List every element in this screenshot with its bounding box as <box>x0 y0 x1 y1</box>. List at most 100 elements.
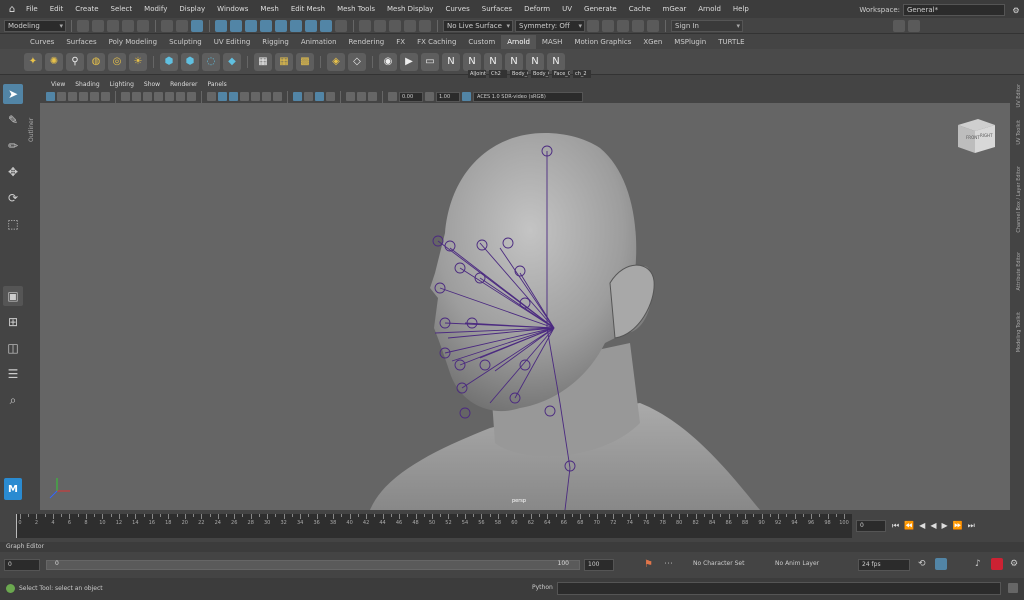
play-forward-icon[interactable]: ▶ <box>941 521 947 531</box>
wireframe-icon[interactable] <box>207 92 216 101</box>
cluster-icon[interactable]: ◌ <box>202 52 220 71</box>
safe-action-icon[interactable] <box>176 92 185 101</box>
undo-icon[interactable] <box>122 19 134 32</box>
move-tool-icon[interactable]: ✥ <box>3 162 23 182</box>
shelf-tab-rigging[interactable]: Rigging <box>256 35 295 49</box>
fps-dropdown[interactable]: 24 fps <box>858 559 910 571</box>
shelf-tab-animation[interactable]: Animation <box>295 35 343 49</box>
select-face-icon[interactable] <box>245 19 257 32</box>
right-tab-modeling-toolkit[interactable]: Modeling Toolkit <box>1016 312 1022 352</box>
current-frame-field[interactable]: 0 <box>856 520 886 532</box>
record-icon[interactable] <box>991 558 1003 570</box>
right-tab-uv-editor[interactable]: UV Editor <box>1016 84 1022 107</box>
shelf-tab-fx[interactable]: FX <box>390 35 411 49</box>
shelf-tab-msplugin[interactable]: MSPlugin <box>668 35 712 49</box>
menu-edit[interactable]: Edit <box>44 0 70 18</box>
2d-pan-icon[interactable] <box>90 92 99 101</box>
multisample-icon[interactable] <box>315 92 324 101</box>
shelf-tab-xgen[interactable]: XGen <box>637 35 668 49</box>
character-set-dropdown[interactable]: No Character Set <box>690 559 756 571</box>
ik-spline-icon[interactable]: ⚲ <box>66 52 84 71</box>
panel-menu-shading[interactable]: Shading <box>70 81 104 88</box>
select-object-icon[interactable] <box>176 19 188 32</box>
select-component-icon[interactable] <box>191 19 203 32</box>
shelf-tab-arnold[interactable]: Arnold <box>501 35 536 49</box>
shelf-tab-turtle[interactable]: TURTLE <box>712 35 750 49</box>
cube-icon[interactable]: ◆ <box>223 52 241 71</box>
gate-mask-icon[interactable] <box>154 92 163 101</box>
xray-joints-icon[interactable] <box>368 92 377 101</box>
go-to-start-icon[interactable]: ⏮ <box>892 521 899 531</box>
lock-icon[interactable] <box>335 19 347 32</box>
camera-select-icon[interactable] <box>46 92 55 101</box>
select-hierarchy-icon[interactable] <box>161 19 173 32</box>
constraint-2-icon[interactable]: ◇ <box>348 52 366 71</box>
python-script-1-icon[interactable]: N <box>442 52 460 71</box>
bookmark-icon[interactable] <box>68 92 77 101</box>
anim-layer-dropdown[interactable]: No Anim Layer <box>772 559 838 571</box>
menu-edit-mesh[interactable]: Edit Mesh <box>285 0 331 18</box>
go-to-end-icon[interactable]: ⏭ <box>968 521 975 531</box>
outliner-tab[interactable]: Outliner <box>28 82 38 142</box>
script-icon[interactable]: ▭ <box>421 52 439 71</box>
bind-skin-icon[interactable]: ◍ <box>87 52 105 71</box>
shelf-tab-mash[interactable]: MASH <box>536 35 569 49</box>
audio-icon[interactable]: ♪ <box>975 559 981 569</box>
menu-mesh-display[interactable]: Mesh Display <box>381 0 439 18</box>
xray-icon[interactable] <box>357 92 366 101</box>
play-icon[interactable]: ▶ <box>400 52 418 71</box>
end-time-field[interactable]: 100 <box>584 559 614 571</box>
menu-cache[interactable]: Cache <box>623 0 657 18</box>
render-settings-icon[interactable] <box>632 19 644 32</box>
menu-curves[interactable]: Curves <box>439 0 475 18</box>
save-scene-icon[interactable] <box>107 19 119 32</box>
wireframe-on-shaded-icon[interactable] <box>240 92 249 101</box>
view-cube[interactable]: FRONT RIGHT <box>958 119 995 153</box>
screen-space-ao-icon[interactable] <box>293 92 302 101</box>
menu-file[interactable]: File <box>20 0 44 18</box>
blend-shape-icon[interactable]: ⬢ <box>160 52 178 71</box>
anim-prefs-icon[interactable]: ⚙ <box>1010 559 1018 569</box>
symmetry-dropdown[interactable]: Symmetry: Off <box>515 19 585 32</box>
resolution-gate-icon[interactable] <box>143 92 152 101</box>
layout-icon[interactable]: ◫ <box>3 338 23 358</box>
key-prefs-icon[interactable]: ⋯ <box>664 559 673 569</box>
shelf-tab-poly-modeling[interactable]: Poly Modeling <box>103 35 163 49</box>
depth-of-field-icon[interactable] <box>326 92 335 101</box>
outliner-layout-icon[interactable]: ☰ <box>3 364 23 384</box>
default-material-icon[interactable] <box>229 92 238 101</box>
checker-yellow-icon[interactable]: ▦ <box>275 52 293 71</box>
select-edge-icon[interactable] <box>230 19 242 32</box>
textured-icon[interactable] <box>251 92 260 101</box>
shelf-tab-fx-caching[interactable]: FX Caching <box>411 35 462 49</box>
live-surface-dropdown[interactable]: No Live Surface <box>443 19 513 32</box>
command-input[interactable] <box>557 582 1001 595</box>
menu-mesh[interactable]: Mesh <box>254 0 284 18</box>
exposure-field[interactable]: 0.00 <box>399 91 423 102</box>
open-scene-icon[interactable] <box>92 19 104 32</box>
toggle-sidebar-icon[interactable] <box>908 19 920 32</box>
new-scene-icon[interactable] <box>77 19 89 32</box>
shelf-tab-sculpting[interactable]: Sculpting <box>163 35 208 49</box>
workspace-dropdown[interactable]: General* <box>903 4 1005 16</box>
search-icon[interactable]: ⌕ <box>3 390 23 410</box>
smooth-bind-icon[interactable]: ◎ <box>108 52 126 71</box>
menu-generate[interactable]: Generate <box>578 0 623 18</box>
play-back-icon[interactable]: ◀ <box>930 521 936 531</box>
shelf-tab-curves[interactable]: Curves <box>24 35 60 49</box>
step-back-key-icon[interactable]: ⏪ <box>904 521 914 531</box>
field-chart-icon[interactable] <box>165 92 174 101</box>
panel-menu-lighting[interactable]: Lighting <box>105 81 139 88</box>
menu-mgear[interactable]: mGear <box>657 0 693 18</box>
panel-menu-renderer[interactable]: Renderer <box>165 81 202 88</box>
select-tool-icon[interactable]: ➤ <box>3 84 23 104</box>
gamma-field[interactable]: 1.00 <box>436 91 460 102</box>
hypershade-icon[interactable] <box>647 19 659 32</box>
range-bar[interactable]: 0 100 <box>46 560 580 570</box>
menu-modify[interactable]: Modify <box>138 0 173 18</box>
gamma-icon[interactable] <box>425 92 434 101</box>
step-back-icon[interactable]: ◀ <box>919 521 925 531</box>
shelf-tab-motion-graphics[interactable]: Motion Graphics <box>568 35 637 49</box>
right-tab-uv-toolkit[interactable]: UV Toolkit <box>1016 120 1022 145</box>
cache-icon[interactable] <box>935 558 947 570</box>
